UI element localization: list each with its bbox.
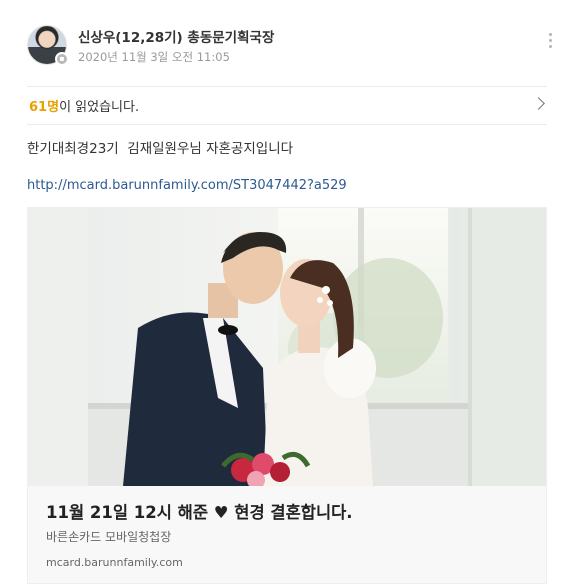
author-name[interactable]: 신상우(12,28기) 총동문기획국장 [78, 26, 274, 46]
more-options-icon[interactable] [545, 33, 555, 55]
post-header: ▪ 신상우(12,28기) 총동문기획국장 2020년 11월 3일 오전 11… [27, 25, 552, 69]
link-preview-domain: mcard.barunnfamily.com [46, 556, 183, 569]
read-count-suffix: 이 읽었습니다. [59, 100, 140, 115]
divider [27, 124, 547, 125]
post-date: 2020년 11월 3일 오전 11:05 [78, 50, 230, 64]
post-body: 한기대최경23기 김재일원우님 자혼공지입니다 [27, 141, 294, 157]
read-count-bar[interactable]: 61명이 읽었습니다. [27, 87, 547, 123]
read-count-text: 61명이 읽었습니다. [29, 96, 139, 115]
post-link[interactable]: http://mcard.barunnfamily.com/ST3047442?… [27, 178, 347, 193]
link-preview-card[interactable]: 11월 21일 12시 해준 ♥ 현경 결혼합니다. 바른손카드 모바일청첩장 … [27, 207, 547, 584]
read-count: 61명 [29, 100, 60, 115]
member-badge-icon: ▪ [55, 52, 69, 66]
link-preview-title: 11월 21일 12시 해준 ♥ 현경 결혼합니다. [46, 503, 353, 522]
chevron-right-icon [532, 97, 545, 110]
link-preview-subtitle: 바른손카드 모바일청첩장 [46, 530, 172, 544]
wedding-photo [28, 208, 546, 486]
